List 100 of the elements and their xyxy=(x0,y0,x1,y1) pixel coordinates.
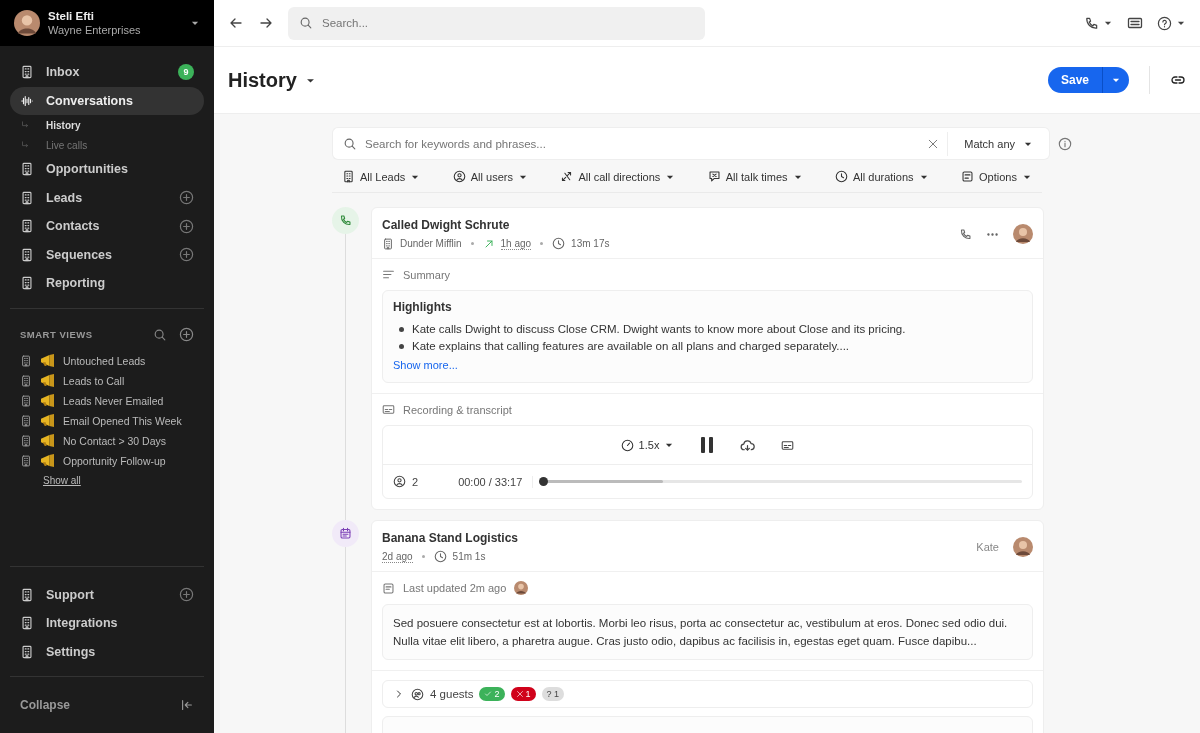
note-text: Sed posuere consectetur est at lobortis. Morbi leo risus, porta ac consectetur ac, vestibulum at eros. Donec sed odio dui. Nulla vitae elit libero, a pharetra augue. Cras justo odio, dapibus ac facilisis in, egestas eget quam. Fusce dapibu... xyxy=(382,604,1033,660)
megaphone-icon xyxy=(40,354,55,367)
chat-icon xyxy=(707,170,721,183)
guest-count: 4 guests xyxy=(430,688,474,700)
filter-dropdown[interactable]: Options xyxy=(961,170,1032,183)
nav-item[interactable]: Settings xyxy=(10,637,204,666)
smart-view-item[interactable]: Opportunity Follow-up xyxy=(20,450,194,471)
search-icon xyxy=(153,327,167,342)
meeting-duration: 51m 1s xyxy=(452,551,486,562)
megaphone-icon xyxy=(40,414,55,427)
nav-item[interactable]: Conversations xyxy=(10,86,204,115)
nav-item[interactable]: Leads xyxy=(10,183,204,212)
nav-subitem[interactable]: History xyxy=(10,115,204,135)
building-icon xyxy=(20,247,34,262)
company-name: Wayne Enterprises xyxy=(48,23,142,37)
last-updated: Last updated 2m ago xyxy=(403,582,507,594)
account-name: Steli Efti xyxy=(48,9,95,23)
megaphone-icon xyxy=(40,434,55,447)
avatar xyxy=(14,10,40,36)
transcript-icon xyxy=(382,403,395,416)
avatar xyxy=(514,581,529,595)
building-icon xyxy=(20,374,32,387)
section-label: Recording & transcript xyxy=(403,403,512,416)
captions-icon xyxy=(781,438,795,452)
user-icon xyxy=(452,170,466,183)
keyboard-icon xyxy=(1127,15,1143,31)
response-badge: ? 1 xyxy=(541,687,565,701)
nav-item[interactable]: Opportunities xyxy=(10,155,204,184)
page-title: History xyxy=(228,68,297,92)
building-icon xyxy=(20,616,34,631)
save-button[interactable]: Save xyxy=(1047,67,1129,93)
time-ago: 1h ago xyxy=(500,237,532,250)
building-icon xyxy=(20,354,32,367)
phone-icon xyxy=(1084,15,1099,31)
nav-subitem[interactable]: Live calls xyxy=(10,135,204,155)
filter-dropdown[interactable]: All users xyxy=(452,170,528,183)
separator-dot xyxy=(470,242,474,245)
filter-dropdown[interactable]: All call directions xyxy=(560,170,676,183)
smart-view-item[interactable]: No Contact > 30 Days xyxy=(20,430,194,451)
response-badge: 1 xyxy=(510,687,536,701)
building-icon xyxy=(20,454,32,467)
building-icon xyxy=(20,65,34,80)
smart-view-item[interactable]: Email Opened This Week xyxy=(20,410,194,431)
clock-icon xyxy=(552,237,566,250)
time-ago: 2d ago xyxy=(382,550,413,563)
bullet-dot xyxy=(399,343,404,349)
add-icon[interactable] xyxy=(179,587,194,603)
section-title: SMART VIEWS xyxy=(20,329,94,340)
add-icon[interactable] xyxy=(179,190,194,206)
smart-view-item[interactable]: Untouched Leads xyxy=(20,350,194,371)
collapse-button[interactable]: Collapse xyxy=(20,698,180,712)
building-icon xyxy=(20,162,34,177)
cloud-download-icon xyxy=(740,437,756,453)
filter-dropdown[interactable]: All durations xyxy=(835,170,929,183)
call-title: Called Dwight Schrute xyxy=(382,218,511,232)
progress-thumb[interactable] xyxy=(539,477,549,486)
smart-view-item[interactable]: Leads to Call xyxy=(20,370,194,391)
nav-item[interactable]: Support xyxy=(10,580,204,609)
add-icon[interactable] xyxy=(179,218,194,234)
nav-item[interactable]: Integrations xyxy=(10,609,204,638)
separator-dot xyxy=(421,555,425,558)
speaker-count: 2 xyxy=(412,475,419,488)
speed-icon xyxy=(620,438,634,452)
nav-item[interactable]: Contacts xyxy=(10,212,204,241)
info-icon xyxy=(1058,136,1072,151)
building-icon xyxy=(20,434,32,447)
filter-dropdown[interactable]: All talk times xyxy=(707,170,803,183)
direction-icon xyxy=(560,170,574,183)
count-badge: 9 xyxy=(178,64,194,81)
guests-icon xyxy=(411,687,424,701)
waveform-icon xyxy=(20,93,34,108)
check-icon xyxy=(484,690,493,698)
search-field[interactable]: Search... xyxy=(288,6,705,40)
nav-item[interactable]: Sequences xyxy=(10,240,204,269)
note-icon xyxy=(382,581,395,595)
show-more-link[interactable]: Show more... xyxy=(393,359,458,371)
playback-time: 00:00 / 33:17 xyxy=(458,475,534,488)
smart-view-item[interactable]: Leads Never Emailed xyxy=(20,390,194,411)
building-icon xyxy=(20,276,34,291)
separator-dot xyxy=(540,242,544,245)
show-all-link[interactable]: Show all xyxy=(43,470,81,491)
building-icon xyxy=(342,170,355,183)
clock-icon xyxy=(835,170,848,183)
avatar xyxy=(1013,224,1033,244)
company-name: Dunder Mifflin xyxy=(400,238,462,249)
nav-item[interactable]: Reporting xyxy=(10,269,204,298)
filter-dropdown[interactable]: All Leads xyxy=(342,170,421,183)
building-icon xyxy=(382,237,394,250)
add-icon[interactable] xyxy=(179,247,194,263)
section-label: Summary xyxy=(403,268,451,281)
add-icon[interactable] xyxy=(179,327,194,342)
help-icon xyxy=(1157,15,1172,31)
megaphone-icon xyxy=(40,394,55,407)
meeting-title: Banana Stand Logistics xyxy=(382,531,520,545)
speed-dropdown[interactable]: 1.5x xyxy=(620,438,675,452)
bullet-dot xyxy=(399,327,404,332)
highlight-item: Kate calls Dwight to discuss Close CRM. Dwight wants to know more about Close and its pricing. xyxy=(412,322,906,337)
phone-icon xyxy=(959,227,972,241)
pause-button[interactable] xyxy=(700,437,715,453)
nav-item[interactable]: Inbox 9 xyxy=(10,58,204,87)
